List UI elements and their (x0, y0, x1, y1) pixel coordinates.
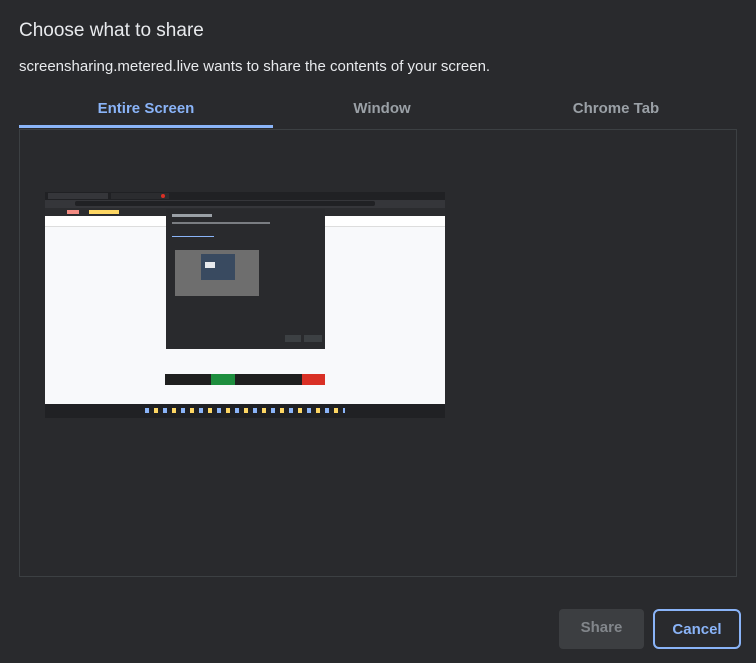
share-button[interactable]: Share (559, 609, 644, 649)
tab-entire-screen[interactable]: Entire Screen (19, 96, 273, 128)
active-tab-indicator (19, 125, 273, 128)
cancel-button[interactable]: Cancel (653, 609, 741, 649)
dialog-title: Choose what to share (19, 20, 204, 41)
dialog-subtitle: screensharing.metered.live wants to shar… (19, 58, 491, 75)
preview-panel (19, 129, 737, 577)
tab-window[interactable]: Window (255, 96, 509, 128)
tab-chrome-tab[interactable]: Chrome Tab (489, 96, 743, 128)
screen-thumbnail[interactable] (45, 192, 445, 418)
share-source-tabs: Entire Screen Window Chrome Tab (19, 96, 739, 130)
